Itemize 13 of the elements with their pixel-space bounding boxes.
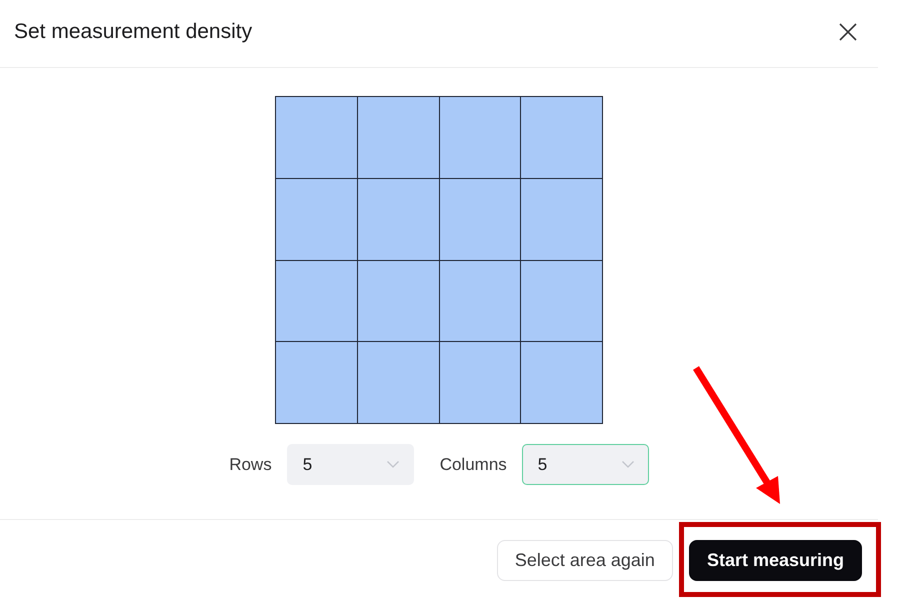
primary-button[interactable]: Start measuring — [688, 540, 862, 581]
chevron-down-icon — [386, 461, 399, 468]
dialog-title: Set measurement density — [14, 20, 252, 44]
secondary-button[interactable]: Select area again — [496, 540, 673, 581]
dropdown-value: 5 — [302, 454, 312, 474]
close-button[interactable] — [839, 22, 857, 40]
dropdown-field[interactable]: 5 — [522, 444, 649, 485]
close-icon — [839, 22, 857, 40]
dropdown-value: 5 — [538, 454, 548, 474]
field-label: Columns — [440, 454, 507, 474]
dropdown-field[interactable]: 5 — [286, 444, 414, 485]
field-label: Rows — [229, 454, 272, 474]
chevron-down-icon — [622, 461, 634, 468]
